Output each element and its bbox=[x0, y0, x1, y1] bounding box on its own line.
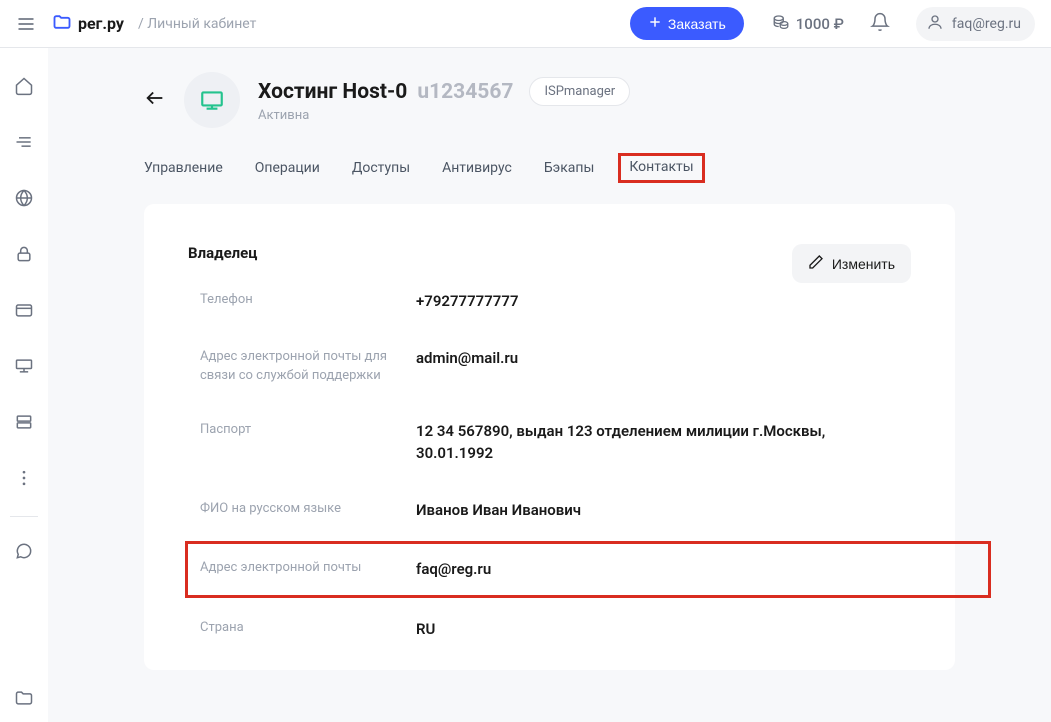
bell-icon[interactable] bbox=[870, 12, 890, 36]
sidebar bbox=[0, 48, 48, 722]
tab-access[interactable]: Доступы bbox=[352, 156, 410, 180]
field-label: ФИО на русском языке bbox=[188, 499, 416, 519]
tab-antivirus[interactable]: Антивирус bbox=[442, 156, 512, 180]
field-value: 12 34 567890, выдан 123 отделением милиц… bbox=[416, 420, 836, 465]
field-email: Адрес электронной почты faq@reg.ru bbox=[185, 541, 991, 598]
service-badge bbox=[184, 72, 240, 128]
edit-label: Изменить bbox=[832, 256, 895, 272]
logo-text: рег.ру bbox=[78, 14, 124, 33]
sidebar-divider bbox=[10, 516, 38, 517]
folder-icon bbox=[52, 12, 72, 36]
field-value: faq@reg.ru bbox=[416, 558, 491, 581]
field-label: Телефон bbox=[188, 290, 416, 310]
status-text: Активна bbox=[258, 108, 630, 123]
field-value: Иванов Иван Иванович bbox=[416, 499, 581, 522]
service-id: u1234567 bbox=[417, 80, 513, 104]
lock-icon[interactable] bbox=[14, 244, 34, 268]
content-area: Хостинг Host-0 u1234567 ISPmanager Актив… bbox=[48, 48, 1051, 722]
logo[interactable]: рег.ру bbox=[52, 12, 124, 36]
folder-sidebar-icon[interactable] bbox=[14, 688, 34, 712]
coins-icon bbox=[772, 13, 790, 35]
chat-icon[interactable] bbox=[14, 541, 34, 565]
plus-icon bbox=[648, 15, 662, 32]
menu-icon[interactable] bbox=[16, 14, 36, 34]
owner-card: Владелец Изменить Телефон +79277777777 А… bbox=[144, 204, 955, 670]
back-arrow-icon[interactable] bbox=[144, 87, 166, 113]
server-icon[interactable] bbox=[14, 356, 34, 380]
list-icon[interactable] bbox=[14, 132, 34, 156]
card-icon[interactable] bbox=[14, 300, 34, 324]
field-value: RU bbox=[416, 618, 435, 641]
isp-badge[interactable]: ISPmanager bbox=[529, 77, 630, 106]
field-value: admin@mail.ru bbox=[416, 347, 518, 370]
edit-button[interactable]: Изменить bbox=[792, 244, 911, 283]
field-passport: Паспорт 12 34 567890, выдан 123 отделени… bbox=[188, 420, 911, 465]
field-label: Адрес электронной почты для связи со слу… bbox=[188, 347, 416, 386]
page-header: Хостинг Host-0 u1234567 ISPmanager Актив… bbox=[48, 48, 1051, 180]
field-label: Страна bbox=[188, 618, 416, 638]
user-icon bbox=[926, 13, 944, 35]
tab-backups[interactable]: Бэкапы bbox=[544, 156, 595, 180]
tabs: Управление Операции Доступы Антивирус Бэ… bbox=[144, 156, 1051, 180]
page-title: Хостинг Host-0 bbox=[258, 80, 407, 104]
balance-amount: 1000 ₽ bbox=[796, 15, 844, 33]
breadcrumb[interactable]: / Личный кабинет bbox=[138, 16, 256, 32]
pencil-icon bbox=[808, 254, 824, 273]
field-country: Страна RU bbox=[188, 618, 911, 641]
field-fullname: ФИО на русском языке Иванов Иван Иванови… bbox=[188, 499, 911, 522]
user-menu[interactable]: faq@reg.ru bbox=[916, 7, 1035, 41]
top-header: рег.ру / Личный кабинет Заказать 1000 ₽ … bbox=[0, 0, 1051, 48]
tab-operations[interactable]: Операции bbox=[255, 156, 320, 180]
more-icon[interactable] bbox=[14, 468, 34, 492]
order-button[interactable]: Заказать bbox=[630, 7, 744, 40]
globe-icon[interactable] bbox=[14, 188, 34, 212]
order-label: Заказать bbox=[668, 16, 726, 32]
field-phone: Телефон +79277777777 bbox=[188, 290, 911, 313]
field-support-email: Адрес электронной почты для связи со слу… bbox=[188, 347, 911, 386]
home-icon[interactable] bbox=[14, 76, 34, 100]
field-label: Паспорт bbox=[188, 420, 416, 440]
field-label: Адрес электронной почты bbox=[188, 558, 416, 578]
tab-contacts[interactable]: Контакты bbox=[618, 153, 704, 183]
balance-widget[interactable]: 1000 ₽ bbox=[772, 13, 844, 35]
field-value: +79277777777 bbox=[416, 290, 519, 313]
user-email: faq@reg.ru bbox=[952, 16, 1021, 32]
tab-manage[interactable]: Управление bbox=[144, 156, 223, 180]
stack-icon[interactable] bbox=[14, 412, 34, 436]
